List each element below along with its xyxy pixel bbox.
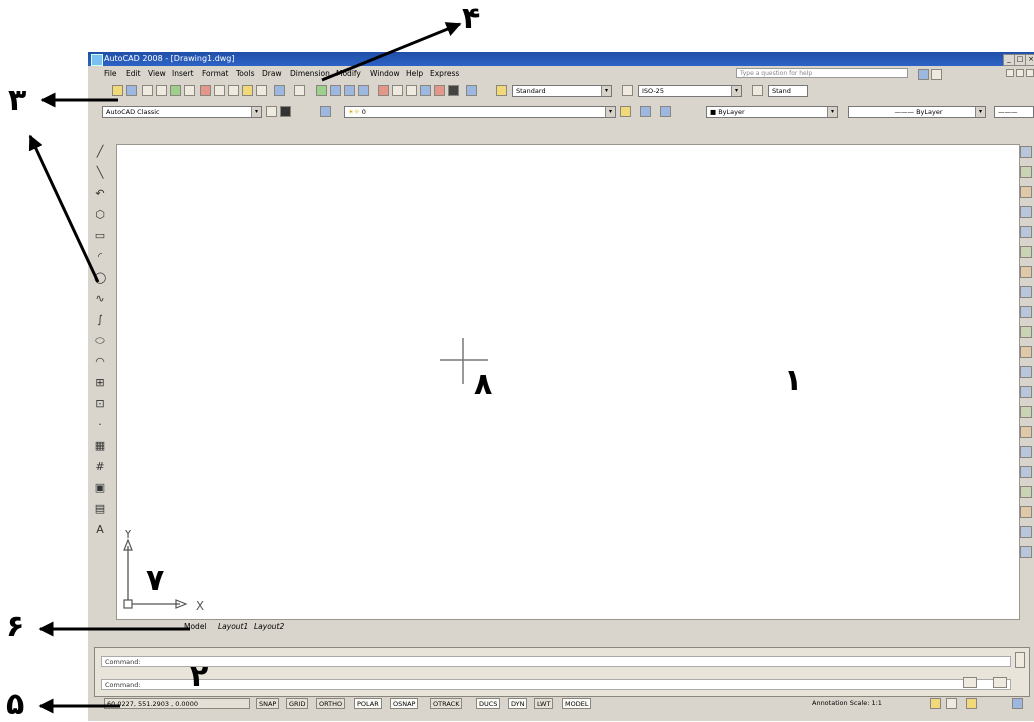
label-2: ۲ [190,659,209,694]
label-5: ۵ [6,687,25,722]
label-8: ۸ [474,367,493,402]
arrow-4-menu [321,22,462,82]
label-7: ۷ [146,563,165,598]
arrow-3-draw [28,134,100,283]
label-4: ۴ [462,1,481,36]
annotation-arrows [28,22,462,714]
label-1: ۱ [784,363,803,398]
label-6: ۶ [6,609,25,644]
label-3: ۳ [8,83,27,118]
